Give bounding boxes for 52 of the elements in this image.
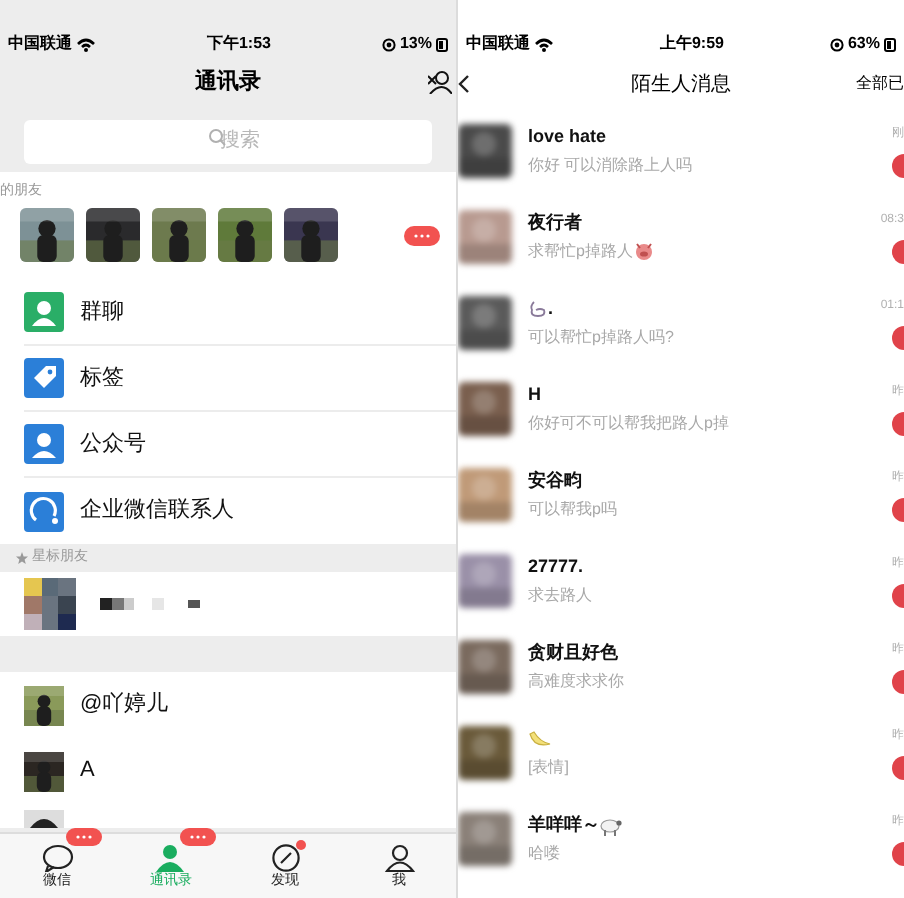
- compass-icon: [269, 844, 301, 872]
- person-icon: [24, 424, 64, 464]
- person-icon: [155, 844, 187, 872]
- add-contact-icon[interactable]: [428, 70, 452, 94]
- message-preview: 可以帮我p吗: [528, 497, 617, 521]
- contact-name: H: [528, 381, 541, 408]
- censored-name-drawing: [100, 598, 204, 610]
- people-icon: [24, 292, 64, 332]
- menu-item[interactable]: 标签: [0, 346, 456, 412]
- carrier-name: 中国联通: [8, 32, 72, 56]
- wifi-icon: [534, 37, 554, 51]
- message-preview: 你好可不可以帮我把路人p掉: [528, 411, 729, 435]
- mark-read-button[interactable]: 全部已: [856, 72, 904, 96]
- chat-bubble-icon: [24, 491, 64, 531]
- lock-rotation-icon: [829, 37, 844, 51]
- contact-item[interactable]: @吖婷儿: [0, 672, 456, 738]
- back-icon[interactable]: [458, 74, 470, 94]
- contact-name: 安谷畇: [528, 467, 582, 494]
- contact-item[interactable]: A: [0, 738, 456, 804]
- menu-item[interactable]: 公众号: [0, 412, 456, 478]
- person-icon: [383, 844, 415, 872]
- tag-icon: [24, 358, 64, 398]
- battery-icon: [436, 37, 448, 51]
- chat-bubble-icon: [41, 844, 73, 872]
- star-icon: [16, 552, 28, 564]
- menu-item[interactable]: 群聊: [0, 280, 456, 346]
- message-preview: 你好 可以消除路上人吗: [528, 153, 693, 177]
- battery-percent: 13%: [399, 32, 432, 56]
- contact-name: 羊咩咩～: [528, 811, 600, 838]
- wifi-icon: [76, 37, 96, 51]
- message-preview: 求帮忙p掉路人: [528, 239, 633, 263]
- message-preview: 求去路人: [528, 583, 592, 607]
- contact-name: 27777.: [528, 553, 584, 580]
- battery-percent: 63%: [847, 32, 880, 56]
- search-field[interactable]: 搜索: [24, 119, 432, 163]
- lock-rotation-icon: [381, 37, 396, 51]
- menu-item[interactable]: 企业微信联系人: [0, 478, 456, 544]
- message-preview: 哈喽: [528, 841, 560, 865]
- status-time: 上午9:59: [659, 32, 724, 56]
- screen-title: 通讯录: [195, 67, 261, 98]
- screen-title: 陌生人消息: [631, 71, 731, 99]
- carrier-name: 中国联通: [466, 32, 530, 56]
- contact-name: love hate: [528, 123, 607, 150]
- message-preview: [表情]: [528, 755, 569, 779]
- battery-icon: [884, 37, 896, 51]
- contact-name: .: [548, 295, 554, 322]
- contact-name: 夜行者: [528, 209, 582, 236]
- badge-icon: [404, 225, 440, 245]
- message-preview: 高难度求求你: [528, 669, 624, 693]
- contact-name: 贪财且好色: [528, 639, 618, 666]
- message-preview: 可以帮忙p掉路人吗?: [528, 325, 674, 349]
- status-time: 下午1:53: [206, 32, 271, 56]
